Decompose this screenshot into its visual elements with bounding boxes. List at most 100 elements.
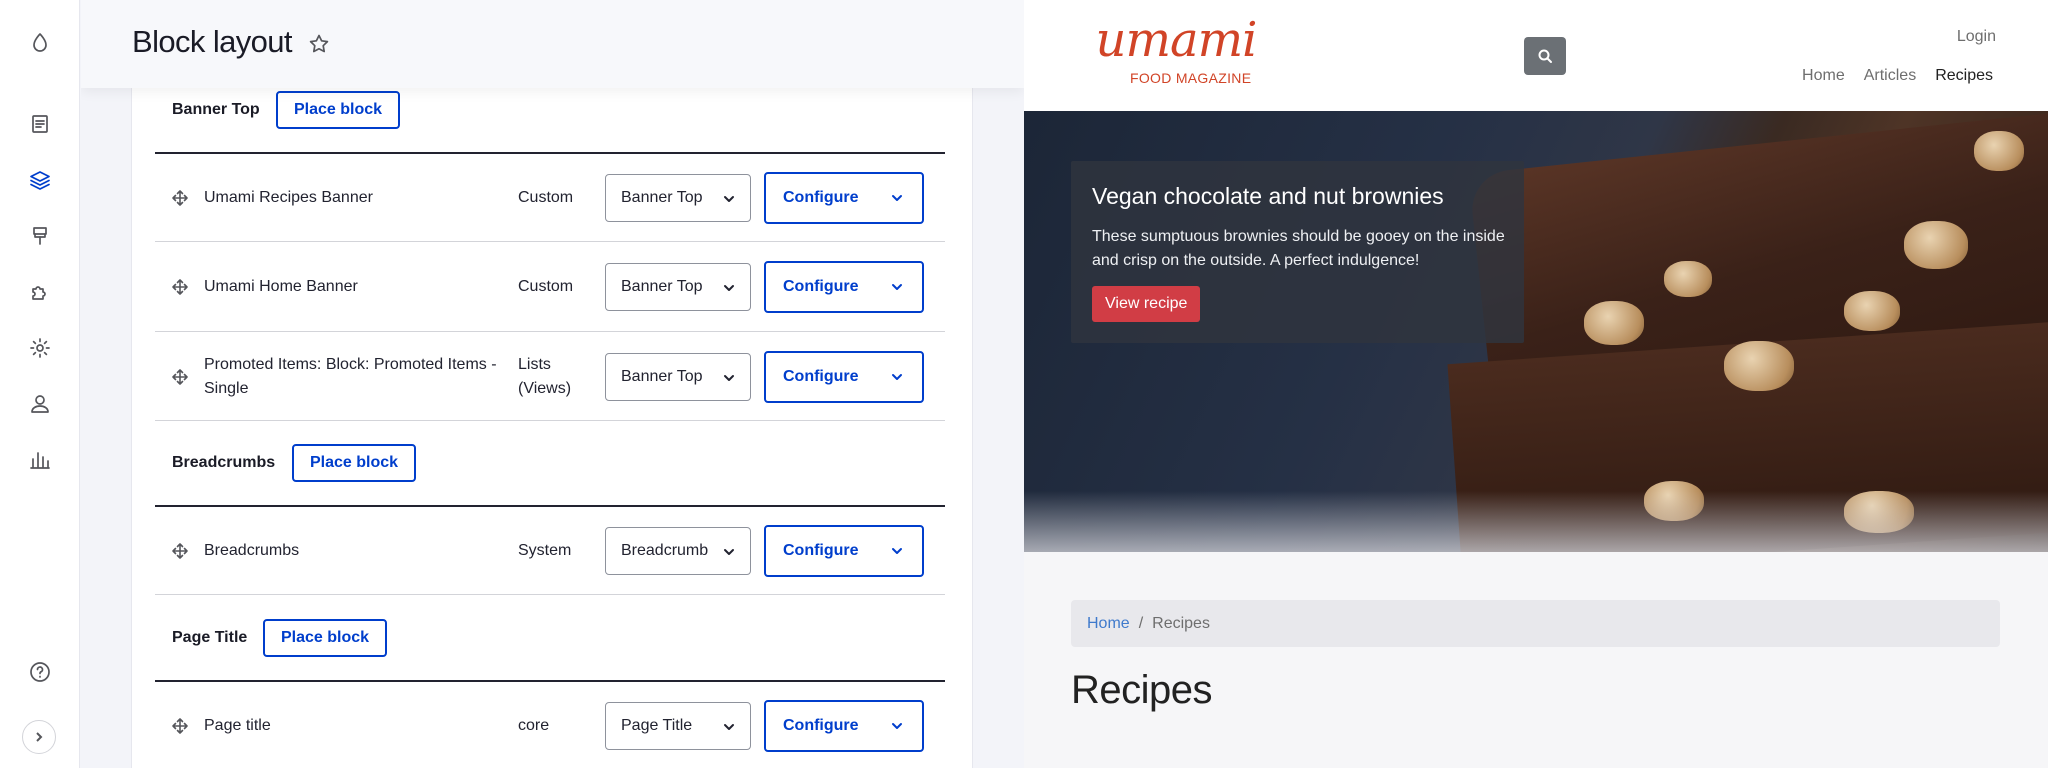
people-icon[interactable] (20, 384, 60, 424)
block-category: Custom (518, 188, 574, 206)
chevron-down-icon[interactable] (890, 191, 904, 210)
configure-label: Configure (783, 188, 859, 206)
help-icon[interactable] (20, 652, 60, 692)
view-recipe-button[interactable]: View recipe (1092, 286, 1201, 322)
hero-image-detail (1974, 131, 2024, 171)
configure-button[interactable]: Configure (764, 171, 924, 224)
site-preview: umami FOOD MAGAZINE Login Home Articles … (1024, 0, 2048, 768)
configure-label: Configure (783, 716, 859, 734)
hero-image-detail (1904, 221, 1968, 269)
appearance-icon[interactable] (20, 216, 60, 256)
configure-button[interactable]: Configure (764, 699, 924, 752)
region-select-value: Banner Top (621, 278, 703, 295)
admin-content: Block layout Banner Top Place block Umam… (81, 0, 1024, 768)
chevron-down-icon[interactable] (890, 280, 904, 299)
configure-button[interactable]: Configure (764, 350, 924, 403)
region-header-breadcrumbs: Breadcrumbs Place block (132, 431, 974, 495)
region-header-page-title: Page Title Place block (132, 606, 974, 670)
region-select[interactable]: Banner Top (605, 352, 751, 401)
configure-label: Configure (783, 278, 859, 295)
star-icon[interactable] (307, 32, 331, 56)
hero-image-detail (1584, 301, 1644, 345)
block-title: Promoted Items: Block: Promoted Items - … (204, 355, 497, 397)
block-layout-table: Banner Top Place block Umami Recipes Ban… (131, 88, 973, 768)
table-row: Promoted Items: Block: Promoted Items - … (155, 333, 945, 421)
structure-icon[interactable] (20, 160, 60, 200)
site-header: umami FOOD MAGAZINE Login Home Articles … (1024, 0, 2048, 111)
block-category: Custom (518, 278, 574, 295)
breadcrumb-separator: / (1138, 614, 1144, 632)
hero-text: These sumptuous brownies should be gooey… (1092, 228, 1505, 269)
block-title: Page title (204, 716, 271, 734)
block-category: core (518, 716, 550, 734)
search-button[interactable] (1524, 37, 1566, 75)
region-name: Breadcrumbs (172, 454, 276, 471)
region-select-value: Page Title (621, 716, 693, 734)
login-link[interactable]: Login (1957, 28, 1996, 46)
hero-image-detail (1664, 261, 1712, 297)
region-name: Page Title (172, 629, 248, 646)
nav-item-home[interactable]: Home (1802, 67, 1845, 85)
region-select[interactable]: Banner Top (605, 263, 751, 311)
hero-image-detail (1024, 491, 2048, 552)
region-name: Banner Top (172, 101, 260, 118)
block-title: Umami Recipes Banner (204, 188, 373, 206)
main-nav: Home Articles Recipes (1802, 67, 1993, 85)
drag-handle-icon[interactable] (171, 717, 189, 735)
hero-card: Vegan chocolate and nut brownies These s… (1071, 161, 1524, 343)
breadcrumb-home-link[interactable]: Home (1087, 615, 1130, 633)
region-select-value: Banner Top (621, 188, 703, 206)
region-select[interactable]: Breadcrumb (605, 526, 751, 575)
hero-image-detail (1844, 291, 1900, 331)
drupal-logo-icon[interactable] (20, 23, 60, 63)
place-block-button[interactable]: Place block (292, 444, 417, 482)
table-row: Umami Home Banner Custom Banner Top Conf… (155, 243, 945, 332)
drag-handle-icon[interactable] (171, 368, 189, 386)
region-select-value: Banner Top (621, 367, 703, 385)
block-title: Umami Home Banner (204, 278, 358, 295)
table-row: Breadcrumbs System Breadcrumb Configure (155, 507, 945, 595)
nav-item-recipes[interactable]: Recipes (1935, 67, 1993, 85)
place-block-button[interactable]: Place block (263, 619, 388, 657)
configure-label: Configure (783, 541, 859, 559)
drag-handle-icon[interactable] (171, 542, 189, 560)
page-heading: Recipes (1071, 668, 1213, 712)
extend-icon[interactable] (20, 272, 60, 312)
content-icon[interactable] (20, 104, 60, 144)
chevron-down-icon (722, 192, 736, 206)
table-row: Page title core Page Title Configure (155, 682, 945, 768)
block-category: System (518, 541, 572, 559)
region-select[interactable]: Banner Top (605, 173, 751, 222)
logo-wordmark: umami (1095, 12, 1258, 68)
page-title: Block layout (132, 24, 293, 59)
reports-icon[interactable] (20, 440, 60, 480)
drag-handle-icon[interactable] (171, 189, 189, 207)
drag-handle-icon[interactable] (171, 278, 189, 296)
hero-image-detail (1724, 341, 1794, 391)
chevron-down-icon[interactable] (890, 370, 904, 389)
place-block-button[interactable]: Place block (276, 91, 401, 129)
expand-sidebar-icon[interactable] (22, 720, 56, 754)
configuration-icon[interactable] (20, 328, 60, 368)
chevron-down-icon (722, 281, 736, 295)
region-select[interactable]: Page Title (605, 701, 751, 750)
chevron-down-icon[interactable] (890, 544, 904, 563)
configure-button[interactable]: Configure (764, 524, 924, 577)
nav-item-articles[interactable]: Articles (1864, 67, 1916, 85)
admin-header: Block layout (81, 0, 1024, 88)
hero-title: Vegan chocolate and nut brownies (1092, 183, 1444, 209)
block-title: Breadcrumbs (204, 541, 300, 559)
chevron-down-icon[interactable] (890, 719, 904, 738)
block-category: Lists (Views) (518, 355, 572, 397)
chevron-down-icon (722, 720, 736, 734)
site-logo[interactable]: umami FOOD MAGAZINE (1070, 12, 1282, 88)
chevron-down-icon (722, 545, 736, 559)
region-select-value: Breadcrumb (621, 541, 709, 559)
search-icon (1538, 49, 1552, 63)
chevron-down-icon (722, 371, 736, 385)
admin-toolbar (0, 0, 80, 768)
breadcrumb-current: Recipes (1152, 614, 1210, 632)
configure-button[interactable]: Configure (764, 261, 924, 313)
table-row: Umami Recipes Banner Custom Banner Top C… (155, 154, 945, 242)
breadcrumb: Home / Recipes (1071, 600, 2000, 647)
